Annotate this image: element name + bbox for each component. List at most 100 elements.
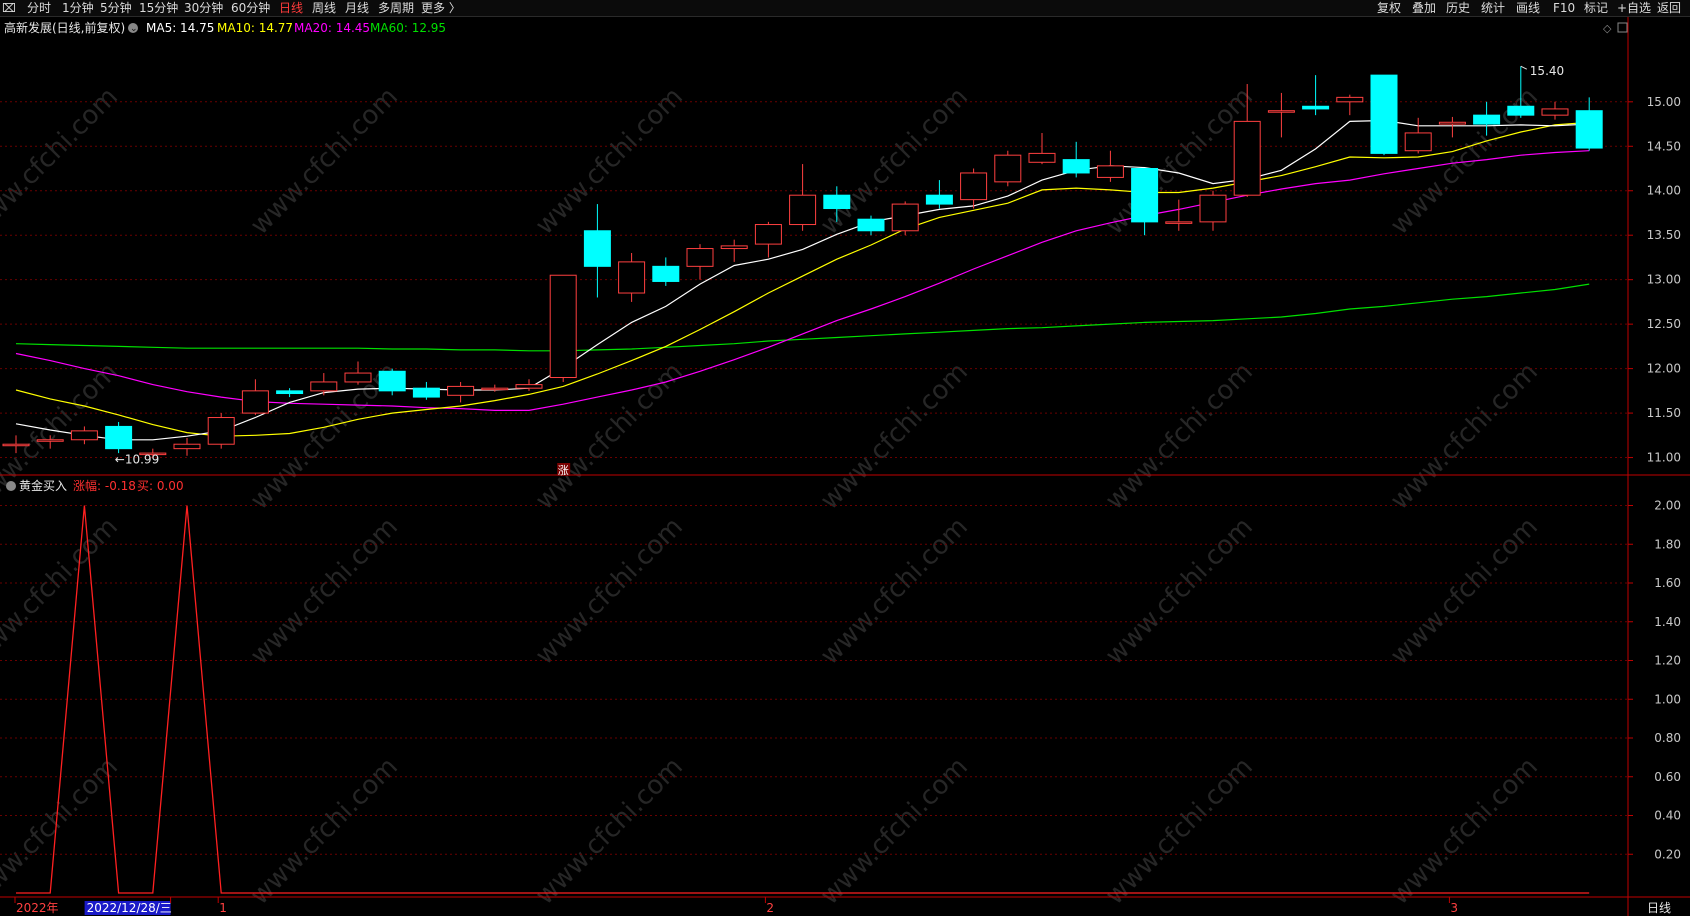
sub-legend-item-0: 涨幅: -0.18 bbox=[73, 478, 136, 493]
candle-body-32[interactable] bbox=[1096, 165, 1124, 178]
period-tab-7[interactable]: 周线 bbox=[312, 0, 336, 16]
candle-body-29[interactable] bbox=[994, 154, 1022, 183]
sub-legend-toggle-icon[interactable] bbox=[6, 481, 16, 491]
candle-body-30[interactable] bbox=[1028, 152, 1056, 163]
watermark-text-22: www.cfchi.com bbox=[1100, 752, 1259, 911]
candle-body-21[interactable] bbox=[720, 245, 748, 250]
candle-body-9[interactable] bbox=[310, 381, 338, 392]
candle-body-31[interactable] bbox=[1062, 159, 1090, 174]
candle-body-35[interactable] bbox=[1199, 194, 1227, 223]
candle-body-2[interactable] bbox=[70, 430, 98, 441]
main-y-label-4: 13.00 bbox=[1647, 273, 1681, 287]
candle-body-33[interactable] bbox=[1131, 168, 1159, 223]
candle-body-43[interactable] bbox=[1473, 114, 1501, 125]
period-tab-0[interactable]: 分时 bbox=[27, 0, 51, 16]
candle-body-14[interactable] bbox=[481, 387, 509, 391]
tool-button-2[interactable]: 历史 bbox=[1446, 0, 1470, 16]
tool-button-6[interactable]: 标记 bbox=[1584, 0, 1608, 16]
watermark-text-17: www.cfchi.com bbox=[1385, 512, 1544, 671]
candle-body-13[interactable] bbox=[447, 385, 475, 396]
main-y-label-7: 14.50 bbox=[1647, 139, 1681, 153]
candle-body-20[interactable] bbox=[686, 248, 714, 267]
sub-y-label-4: 1.00 bbox=[1654, 692, 1681, 706]
watermark-text-16: www.cfchi.com bbox=[1100, 512, 1259, 671]
candle-body-11[interactable] bbox=[378, 370, 406, 392]
candle-body-39[interactable] bbox=[1336, 96, 1364, 103]
candle-body-6[interactable] bbox=[207, 417, 235, 445]
candle-body-45[interactable] bbox=[1541, 108, 1569, 116]
candle-body-16[interactable] bbox=[549, 274, 577, 379]
window-menu-icon[interactable]: ⌧ bbox=[2, 0, 16, 16]
tool-button-4[interactable]: 画线 bbox=[1516, 0, 1540, 16]
candle-body-25[interactable] bbox=[857, 218, 885, 232]
x-axis-label-1: 2022/12/28/三 bbox=[87, 901, 172, 915]
candle-body-10[interactable] bbox=[344, 372, 372, 383]
candle-body-41[interactable] bbox=[1404, 132, 1432, 152]
tool-button-1[interactable]: 叠加 bbox=[1412, 0, 1436, 16]
candle-body-34[interactable] bbox=[1165, 221, 1193, 224]
period-tab-1[interactable]: 1分钟 bbox=[62, 0, 94, 16]
watermark-text-9: www.cfchi.com bbox=[815, 357, 974, 516]
main-y-label-8: 15.00 bbox=[1647, 95, 1681, 109]
sub-y-label-8: 1.80 bbox=[1654, 537, 1681, 551]
candle-body-38[interactable] bbox=[1302, 105, 1330, 110]
candle-body-28[interactable] bbox=[960, 172, 988, 201]
candle-body-22[interactable] bbox=[754, 224, 782, 245]
period-tab-8[interactable]: 月线 bbox=[345, 0, 369, 16]
stock-chart[interactable]: www.cfchi.com www.cfchi.com www.cfchi.com w… bbox=[0, 17, 1690, 916]
main-y-label-5: 13.50 bbox=[1647, 228, 1681, 242]
candle-body-19[interactable] bbox=[652, 265, 680, 282]
candle-body-15[interactable] bbox=[515, 384, 543, 389]
candle-body-44[interactable] bbox=[1507, 105, 1535, 116]
candle-body-0[interactable] bbox=[2, 443, 30, 447]
tool-button-7[interactable]: +自选 bbox=[1617, 0, 1651, 16]
period-tab-5[interactable]: 60分钟 bbox=[231, 0, 270, 16]
candle-body-46[interactable] bbox=[1575, 110, 1603, 149]
candle-body-7[interactable] bbox=[241, 390, 269, 414]
main-legend-item-3: MA60: 12.95 bbox=[370, 21, 446, 35]
period-tab-4[interactable]: 30分钟 bbox=[184, 0, 223, 16]
candle-body-26[interactable] bbox=[891, 203, 919, 232]
sub-y-label-3: 0.80 bbox=[1654, 731, 1681, 745]
candle-body-36[interactable] bbox=[1233, 120, 1261, 196]
candle-body-3[interactable] bbox=[105, 425, 133, 450]
min-price-label: ←10.99 bbox=[115, 452, 159, 466]
sub-y-label-2: 0.60 bbox=[1654, 770, 1681, 784]
period-tab-2[interactable]: 5分钟 bbox=[100, 0, 132, 16]
period-tab-9[interactable]: 多周期 bbox=[378, 0, 414, 16]
period-tab-10[interactable]: 更多 〉 bbox=[421, 0, 461, 16]
period-tab-6[interactable]: 日线 bbox=[279, 0, 303, 16]
candle-body-1[interactable] bbox=[36, 439, 64, 442]
tool-button-8[interactable]: 返回 bbox=[1657, 0, 1681, 16]
candle-body-5[interactable] bbox=[173, 443, 201, 450]
candle-body-27[interactable] bbox=[925, 194, 953, 205]
sub-legend-title: 黄金买入 bbox=[19, 478, 67, 493]
tool-button-0[interactable]: 复权 bbox=[1377, 0, 1401, 16]
candle-body-23[interactable] bbox=[789, 194, 817, 226]
max-price-label: 15.40 bbox=[1530, 64, 1564, 78]
tool-button-5[interactable]: F10 bbox=[1553, 0, 1575, 16]
ma60-line bbox=[15, 283, 1590, 352]
sub-y-label-9: 2.00 bbox=[1654, 499, 1681, 513]
tool-button-3[interactable]: 统计 bbox=[1481, 0, 1505, 16]
candle-body-24[interactable] bbox=[823, 194, 851, 210]
candle-body-37[interactable] bbox=[1267, 110, 1295, 113]
watermark-text-0: www.cfchi.com bbox=[0, 82, 124, 241]
candle-body-17[interactable] bbox=[583, 230, 611, 267]
candle-body-18[interactable] bbox=[618, 261, 646, 294]
panel-maximize-icon[interactable] bbox=[1617, 22, 1628, 33]
main-legend-title: 高新发展(日线,前复权) bbox=[4, 20, 125, 35]
watermark-text-14: www.cfchi.com bbox=[530, 512, 689, 671]
candle-body-40[interactable] bbox=[1370, 74, 1398, 154]
candle-body-8[interactable] bbox=[276, 390, 304, 395]
main-y-label-3: 12.50 bbox=[1647, 317, 1681, 331]
main-legend-item-2: MA20: 14.45 bbox=[294, 21, 370, 35]
candle-body-12[interactable] bbox=[412, 387, 440, 398]
candle-body-42[interactable] bbox=[1438, 121, 1466, 125]
x-axis-label-4: 3 bbox=[1450, 901, 1458, 915]
panel-option-icon[interactable]: ◇ bbox=[1603, 22, 1612, 35]
watermark-text-12: www.cfchi.com bbox=[0, 512, 124, 671]
watermark-text-10: www.cfchi.com bbox=[1100, 357, 1259, 516]
period-tab-3[interactable]: 15分钟 bbox=[139, 0, 178, 16]
main-y-label-2: 12.00 bbox=[1647, 362, 1681, 376]
